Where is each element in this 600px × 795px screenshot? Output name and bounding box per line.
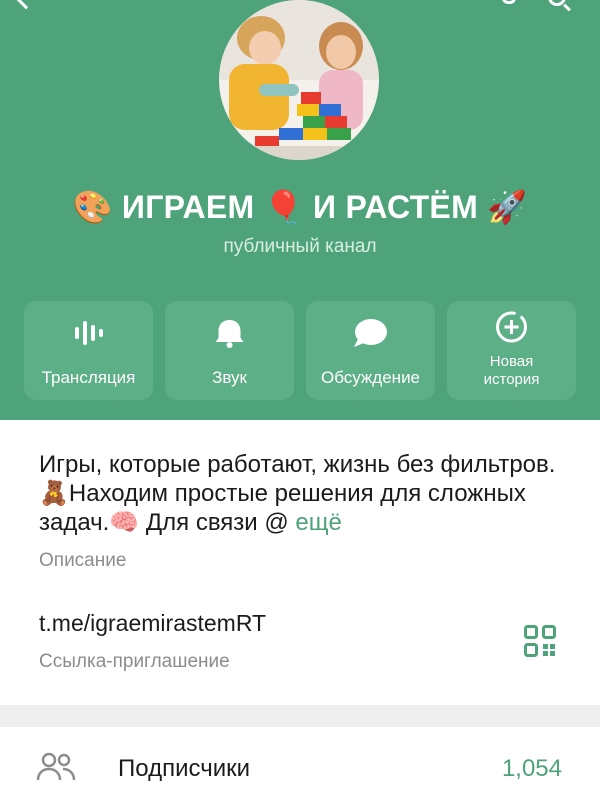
avatar-photo (219, 0, 379, 160)
add-story-icon (496, 311, 527, 343)
edit-icon[interactable] (502, 0, 516, 4)
channel-header: 🎨 ИГРАЕМ 🎈 И РАСТЁМ 🚀 публичный канал Тр… (0, 0, 600, 420)
subscribers-label: Подписчики (118, 755, 251, 782)
discussion-label: Обсуждение (320, 368, 421, 387)
channel-title: 🎨 ИГРАЕМ 🎈 И РАСТЁМ 🚀 (72, 189, 528, 225)
section-divider (0, 705, 600, 727)
search-icon[interactable] (548, 0, 566, 6)
more-link[interactable]: ещё (295, 509, 341, 536)
channel-avatar[interactable] (219, 0, 379, 160)
live-stream-icon (75, 321, 103, 345)
channel-info: Игры, которые работают, жизнь без фильтр… (0, 420, 600, 705)
channel-description[interactable]: Игры, которые работают, жизнь без фильтр… (39, 450, 569, 537)
discussion-button[interactable]: Обсуждение (306, 301, 435, 400)
new-story-button[interactable]: Новая история (447, 301, 576, 400)
users-icon (36, 752, 76, 781)
invite-link[interactable]: t.me/igraemirastemRT (39, 610, 266, 637)
subscribers-count: 1,054 (501, 755, 562, 782)
action-buttons: Трансляция Звук Обсуждение Новая история (24, 301, 577, 400)
bell-icon (215, 320, 244, 348)
new-story-label: Новая история (483, 353, 540, 388)
sound-label: Звук (212, 368, 247, 387)
subscribers-row[interactable]: Подписчики 1,054 (0, 727, 600, 795)
live-stream-label: Трансляция (41, 368, 136, 387)
live-stream-button[interactable]: Трансляция (24, 301, 153, 400)
qr-code-icon[interactable] (524, 625, 556, 657)
back-arrow-icon[interactable] (14, 0, 38, 10)
sound-button[interactable]: Звук (165, 301, 294, 400)
invite-link-label: Ссылка-приглашение (39, 651, 230, 672)
chat-bubble-icon (354, 319, 387, 347)
channel-type: публичный канал (223, 236, 377, 257)
description-label: Описание (39, 550, 127, 571)
